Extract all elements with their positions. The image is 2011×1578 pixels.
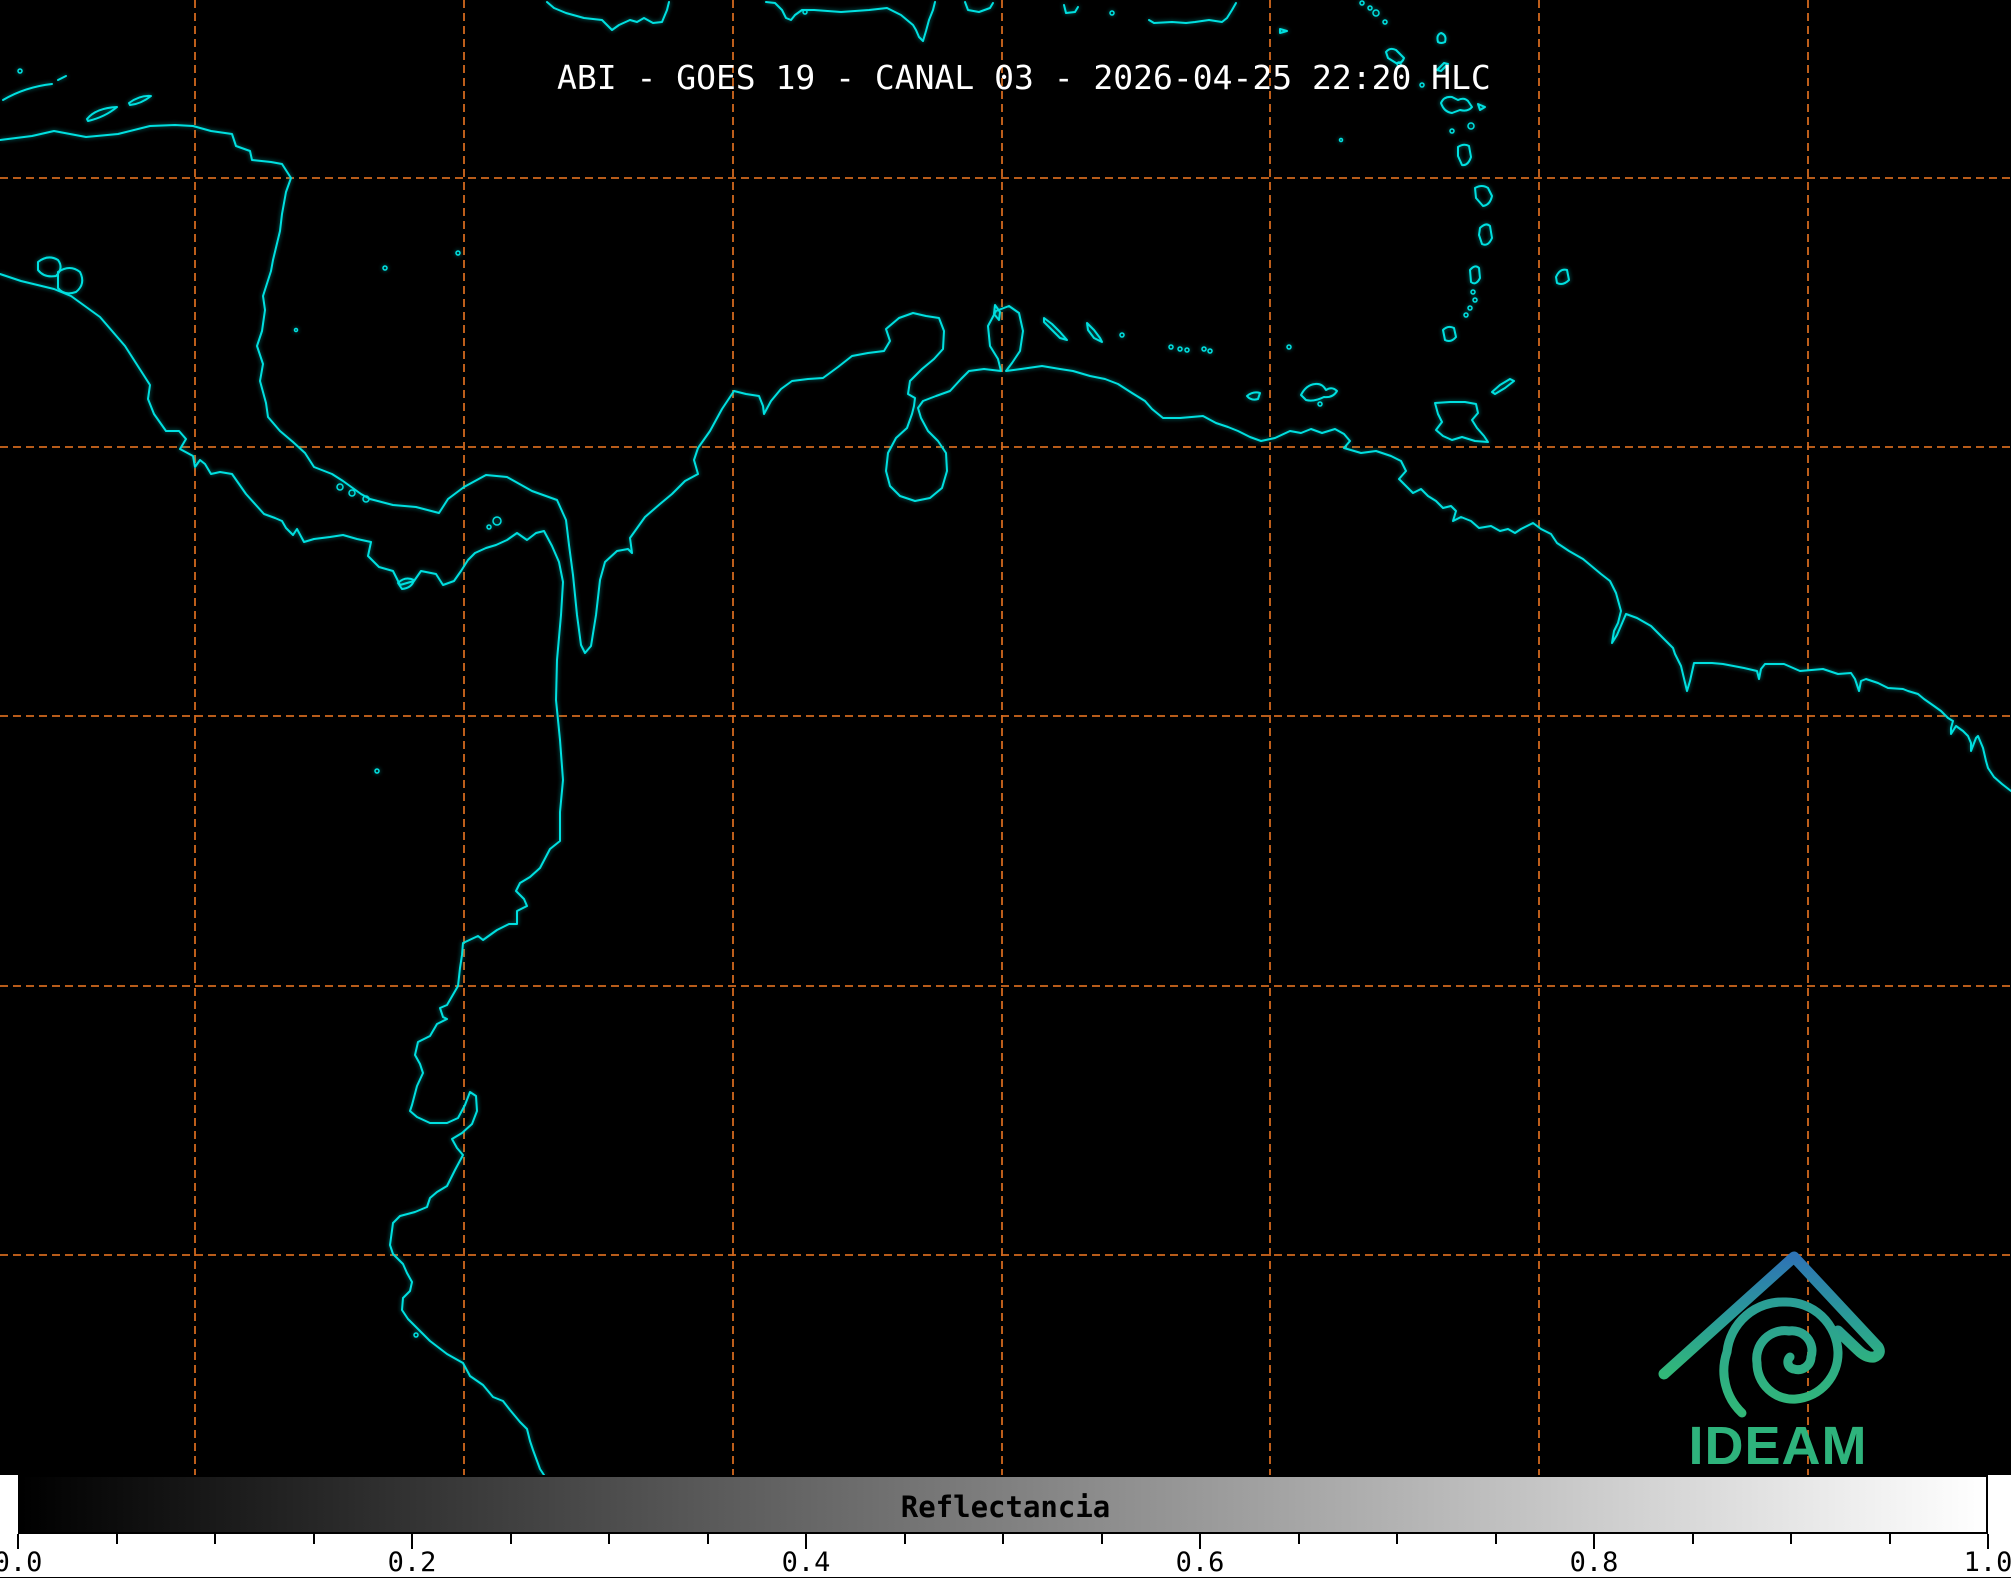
colorbar-strip: 0.0 0.2 0.4 0.6 0.8 1.0: [0, 1475, 2011, 1577]
island-dot: [1185, 348, 1189, 352]
coastline-path: [766, 2, 935, 41]
colorbar-tick-label: 0.0: [0, 1547, 42, 1578]
colorbar-tick-label: 1.0: [1964, 1547, 2011, 1578]
island-dot: [1120, 333, 1124, 337]
island-dot: [383, 266, 387, 270]
island-dot: [1383, 20, 1387, 24]
coastline-path: [0, 274, 563, 1475]
island-dot: [1169, 345, 1173, 349]
colorbar-minor-tick: [1889, 1534, 1891, 1544]
island-dot: [18, 69, 22, 73]
colorbar-minor-tick: [1002, 1534, 1004, 1544]
logo-hurricane-swirl-icon: [1724, 1302, 1838, 1413]
coastline-path: [994, 305, 1000, 320]
colorbar-minor-tick: [1495, 1534, 1497, 1544]
island-dot: [487, 525, 491, 529]
island-dot: [456, 251, 460, 255]
island-dot: [1208, 349, 1212, 353]
image-title: ABI - GOES 19 - CANAL 03 - 2026-04-25 22…: [557, 58, 1491, 97]
colorbar-minor-tick: [904, 1534, 906, 1544]
map-svg: IDEAM: [0, 0, 2011, 1475]
island-dot: [1468, 306, 1472, 310]
colorbar-minor-tick: [707, 1534, 709, 1544]
island-dot: [1471, 290, 1475, 294]
island-dot: [349, 490, 355, 496]
satellite-map: IDEAM ABI - GOES 19 - CANAL 03 - 2026-04…: [0, 0, 2011, 1475]
colorbar-minor-tick: [1396, 1534, 1398, 1544]
coastline-path: [1437, 33, 1445, 43]
coast-layer: [0, 1, 2011, 1475]
island-dot: [1340, 139, 1343, 142]
coastline-path: [1478, 104, 1485, 110]
island-dot: [414, 1333, 418, 1337]
island-dot: [1178, 347, 1182, 351]
coastline-path: [1044, 318, 1067, 340]
colorbar-minor-tick: [214, 1534, 216, 1544]
island-dot: [1360, 1, 1364, 5]
coastline-path: [1064, 5, 1078, 13]
grid-layer: [0, 0, 2011, 1475]
island-dot: [295, 329, 298, 332]
island-dot: [1373, 10, 1379, 16]
colorbar-minor-tick: [510, 1534, 512, 1544]
coastline-path: [1280, 29, 1287, 33]
coastline-path: [1441, 97, 1472, 113]
ideam-logo: IDEAM: [1664, 1257, 1879, 1475]
coastline-path: [1247, 392, 1260, 399]
island-dot: [1318, 402, 1322, 406]
coastline-path: [1458, 145, 1471, 165]
colorbar-gradient: [18, 1475, 1988, 1534]
colorbar-minor-tick: [313, 1534, 315, 1544]
island-dot: [337, 484, 343, 490]
coastline-path: [1556, 270, 1569, 284]
colorbar-minor-tick: [1692, 1534, 1694, 1544]
island-dot: [493, 517, 501, 525]
logo-text: IDEAM: [1689, 1416, 1868, 1475]
colorbar-tick-label: 0.6: [1176, 1547, 1225, 1578]
colorbar-minor-tick: [608, 1534, 610, 1544]
coastline-path: [129, 96, 151, 105]
island-dot: [1468, 123, 1474, 129]
coastline-path: [1443, 327, 1456, 341]
island-dot: [1287, 345, 1291, 349]
island-dot: [375, 769, 379, 773]
colorbar-minor-tick: [1101, 1534, 1103, 1544]
coastline-path: [547, 2, 669, 30]
island-dot: [803, 10, 807, 14]
colorbar-minor-tick: [1298, 1534, 1300, 1544]
coastline-path: [87, 107, 117, 121]
coastline-path: [1479, 224, 1492, 244]
island-dot: [1202, 347, 1206, 351]
coastline-path: [1492, 379, 1514, 394]
coastline-path: [3, 76, 66, 100]
island-dot: [1464, 313, 1468, 317]
coastline-path: [1087, 323, 1102, 342]
coastline-path: [58, 268, 82, 293]
coastline-path: [0, 125, 2011, 791]
logo-mountain-icon: [1664, 1257, 1879, 1374]
coastline-path: [1301, 384, 1337, 401]
island-dot: [1450, 129, 1454, 133]
colorbar-minor-tick: [1790, 1534, 1792, 1544]
satellite-image-viewer: { "title": { "text": "ABI - GOES 19 - CA…: [0, 0, 2011, 1577]
coastline-path: [1149, 3, 1236, 23]
coastline-path: [1470, 266, 1480, 283]
coastline-path: [965, 2, 993, 12]
coastline-path: [1475, 186, 1492, 206]
island-dot: [1473, 298, 1477, 302]
colorbar-tick-label: 0.8: [1570, 1547, 1619, 1578]
island-dot: [1368, 6, 1372, 10]
island-dot: [1110, 11, 1114, 15]
colorbar-tick-label: 0.4: [782, 1547, 831, 1578]
coastline-path: [1435, 402, 1488, 442]
colorbar-minor-tick: [116, 1534, 118, 1544]
colorbar-tick-label: 0.2: [388, 1547, 437, 1578]
